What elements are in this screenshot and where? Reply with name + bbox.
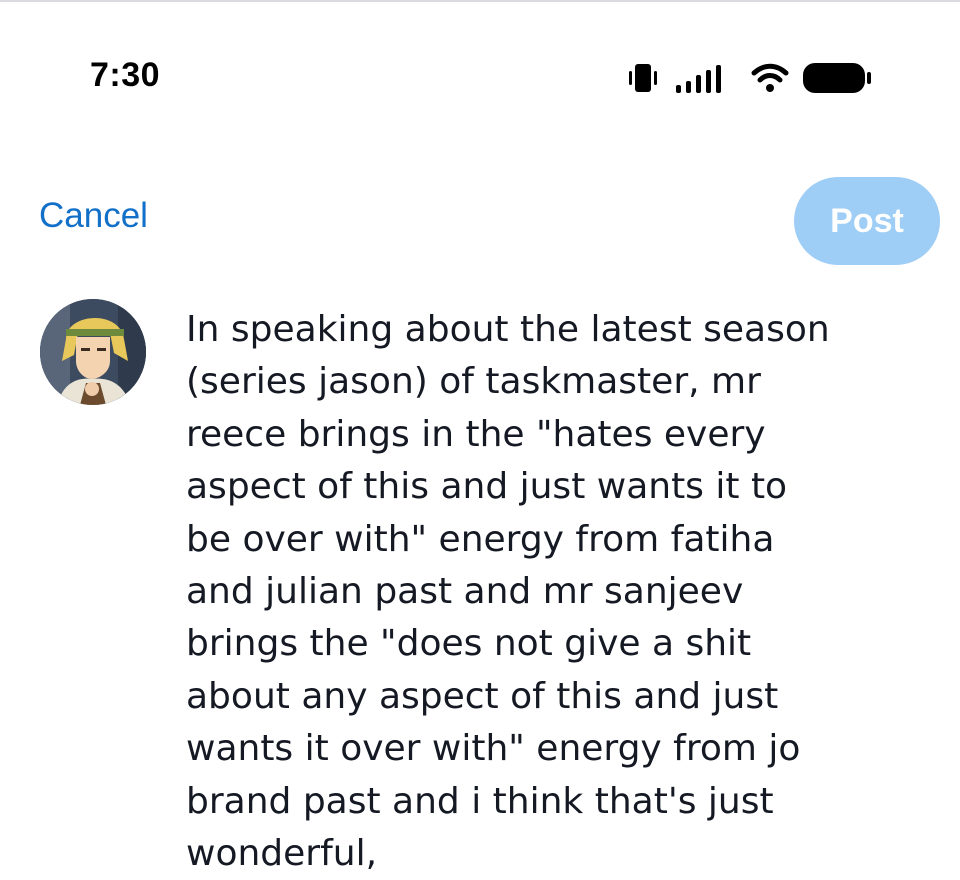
post-button[interactable]: Post — [794, 177, 940, 265]
wifi-icon — [751, 63, 789, 92]
user-avatar-icon — [40, 299, 146, 405]
composer-line: reece brings in the "hates every — [186, 413, 766, 455]
composer-line: wonderful, — [186, 833, 378, 875]
composer-line: aspect of this and just wants it to — [186, 466, 788, 508]
composer-line: about any aspect of this and just — [186, 675, 779, 717]
signal-icon — [676, 65, 721, 93]
post-composer-text[interactable]: In speaking about the latest season (ser… — [186, 304, 936, 880]
status-icons — [626, 58, 876, 98]
composer-line: and julian past and mr sanjeev — [186, 571, 744, 613]
composer-line: In speaking about the latest season — [186, 309, 830, 350]
composer-line: (series jason) of taskmaster, mr — [186, 361, 761, 403]
avatar[interactable] — [40, 299, 146, 405]
composer-line: be over with" energy from fatiha — [186, 518, 775, 560]
vibrate-icon — [629, 64, 657, 92]
battery-icon — [803, 63, 871, 93]
cancel-button[interactable]: Cancel — [39, 196, 148, 236]
status-time: 7:30 — [90, 56, 161, 94]
composer-line: wants it over with" energy from jo — [186, 728, 801, 770]
composer-line: brings the "does not give a shit — [186, 623, 752, 665]
status-bar: 7:30 — [0, 0, 960, 150]
composer-line: brand past and i think that's just — [186, 780, 774, 822]
